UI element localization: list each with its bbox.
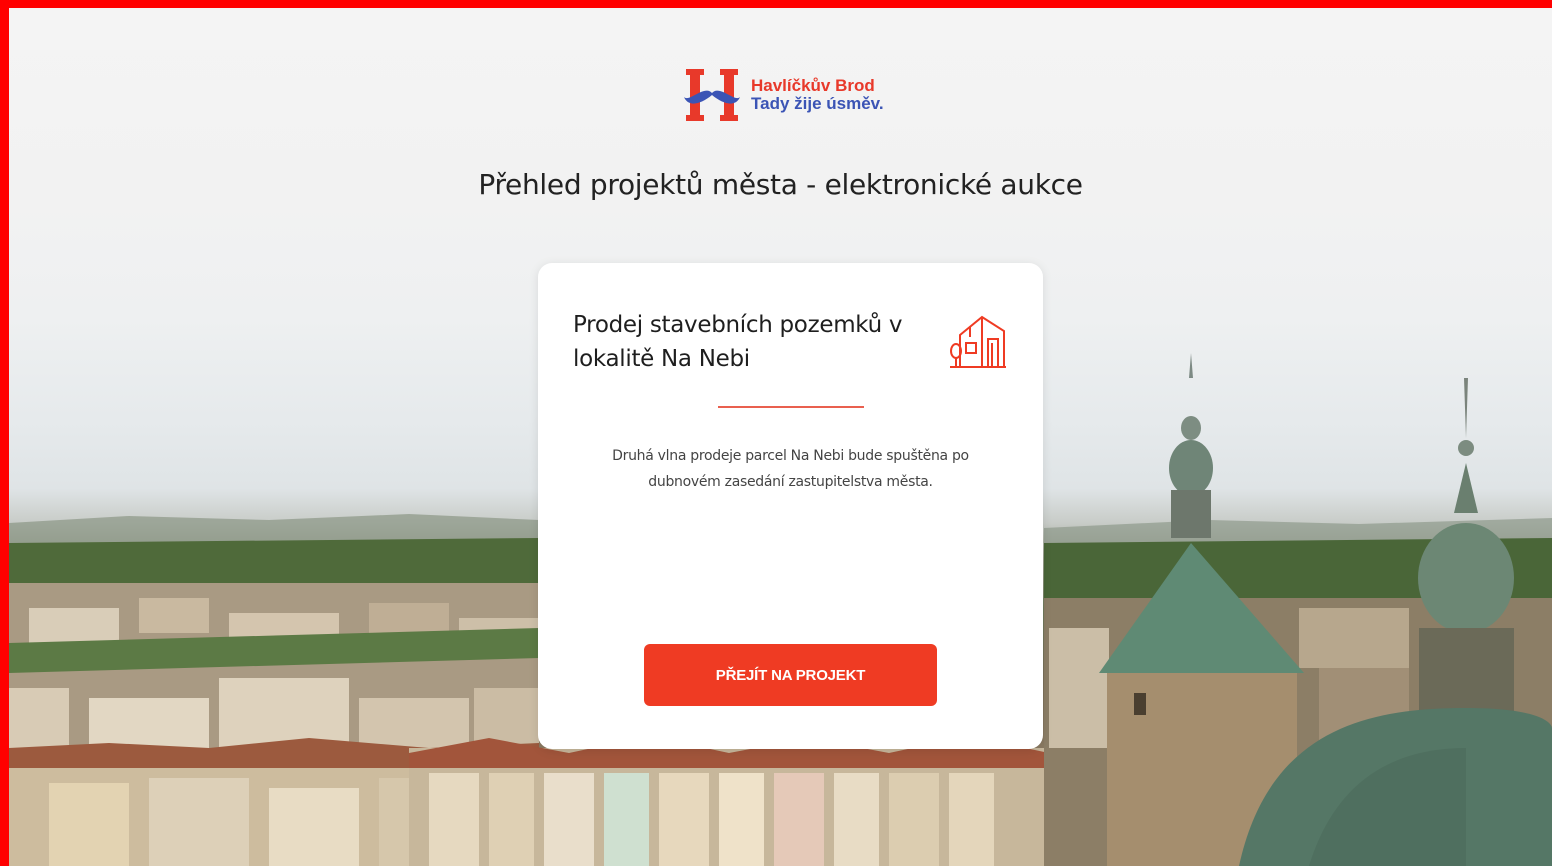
project-description: Druhá vlna prodeje parcel Na Nebi bude s… [612, 448, 969, 490]
brand-slogan: Tady žije úsměv. [751, 94, 884, 113]
city-logo[interactable]: Havlíčkův Brod Tady žije úsměv. [682, 67, 912, 123]
page-title: Přehled projektů města - elektronické au… [478, 168, 1083, 201]
card-divider [718, 406, 864, 408]
go-to-project-button[interactable]: PŘEJÍT NA PROJEKT [644, 644, 937, 706]
project-title: Prodej stavebních pozemků v lokalitě Na … [573, 312, 903, 372]
page-background: Havlíčkův Brod Tady žije úsměv. Přehled … [9, 8, 1552, 866]
brand-name: Havlíčkův Brod [751, 76, 875, 95]
h-mustache-logo-icon [684, 69, 740, 121]
building-icon [950, 315, 1006, 368]
project-card: Prodej stavebních pozemků v lokalitě Na … [538, 263, 1043, 749]
